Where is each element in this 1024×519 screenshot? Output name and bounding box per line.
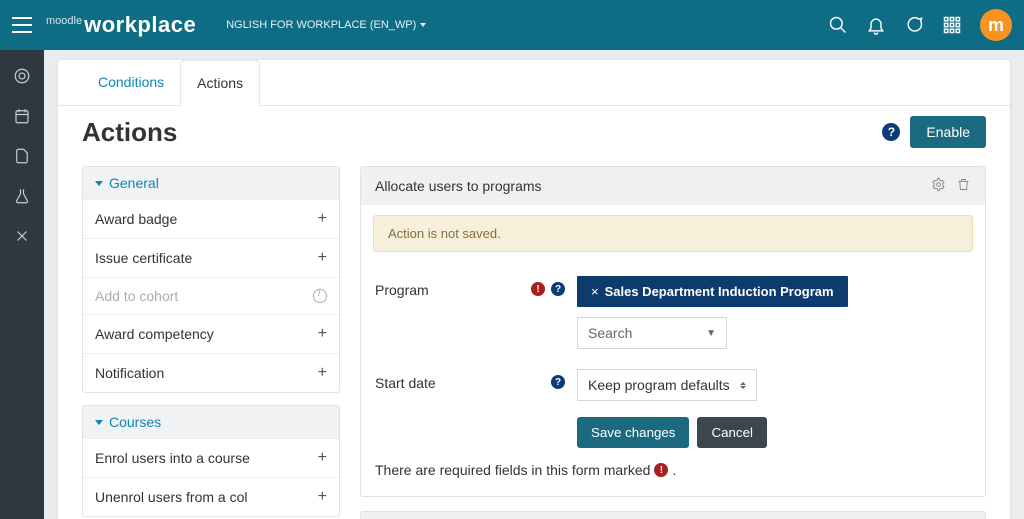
chevron-down-icon: [95, 181, 103, 186]
topbar: moodle workplace NGLISH FOR WORKPLACE (E…: [0, 0, 1024, 50]
plus-icon: +: [318, 488, 327, 506]
required-note: There are required fields in this form m…: [375, 448, 971, 482]
nav-lab-icon[interactable]: [0, 176, 44, 216]
startdate-label: Start date: [375, 369, 525, 391]
allocate-card-title: Allocate users to programs: [375, 178, 921, 194]
row-startdate: Start date ? Keep program defaults: [375, 359, 971, 411]
apps-icon[interactable]: [942, 15, 962, 35]
help-icon[interactable]: ?: [882, 123, 900, 141]
help-icon[interactable]: ?: [551, 375, 565, 389]
brand-top: moodle: [46, 15, 82, 27]
trash-icon[interactable]: [956, 177, 971, 195]
panel-head-courses[interactable]: Courses: [83, 406, 339, 438]
leftbar: [0, 50, 44, 519]
allocate-card: Allocate users to programs Action is not…: [360, 166, 986, 497]
gear-icon[interactable]: [931, 177, 946, 195]
action-unenrol-users[interactable]: Unenrol users from a col+: [83, 477, 339, 516]
help-icon[interactable]: ?: [551, 282, 565, 296]
plus-icon: +: [318, 449, 327, 467]
panel-head-general[interactable]: General: [83, 167, 339, 199]
tabs: Conditions Actions: [58, 60, 1010, 106]
required-icon: !: [654, 463, 668, 477]
program-search-select[interactable]: Search▼: [577, 317, 727, 349]
search-icon[interactable]: [828, 15, 848, 35]
plus-icon: +: [318, 249, 327, 267]
plus-icon: +: [318, 325, 327, 343]
chat-icon[interactable]: [904, 15, 924, 35]
action-award-competency[interactable]: Award competency+: [83, 314, 339, 353]
nav-tools-icon[interactable]: [0, 216, 44, 256]
action-issue-certificate[interactable]: Issue certificate+: [83, 238, 339, 277]
program-chip[interactable]: ×Sales Department Induction Program: [577, 276, 848, 307]
action-award-badge[interactable]: Award badge+: [83, 199, 339, 238]
page-header: Actions ? Enable: [82, 116, 986, 148]
required-icon: !: [531, 282, 545, 296]
allocate-card-head: Allocate users to programs: [361, 167, 985, 205]
select-arrows-icon: [740, 382, 746, 389]
panel-general: General Award badge+ Issue certificate+ …: [82, 166, 340, 393]
startdate-select[interactable]: Keep program defaults: [577, 369, 757, 401]
dropdown-arrow-icon: ▼: [706, 328, 716, 339]
action-add-to-cohort: Add to cohort: [83, 277, 339, 314]
cancel-button[interactable]: Cancel: [697, 417, 767, 448]
action-notification[interactable]: Notification+: [83, 353, 339, 392]
main-card: Conditions Actions Actions ? Enable Gene…: [58, 60, 1010, 519]
enable-button[interactable]: Enable: [910, 116, 986, 148]
nav-files-icon[interactable]: [0, 136, 44, 176]
brand-main: workplace: [84, 12, 196, 38]
tab-actions[interactable]: Actions: [180, 60, 260, 106]
nav-dashboard-icon[interactable]: [0, 56, 44, 96]
language-selector[interactable]: NGLISH FOR WORKPLACE (EN_WP): [226, 19, 426, 31]
info-icon: [313, 289, 327, 303]
notification-card: Notification Send notification 'Welcome …: [360, 511, 986, 519]
plus-icon: +: [318, 210, 327, 228]
menu-toggle-icon[interactable]: [12, 17, 32, 33]
panel-courses: Courses Enrol users into a course+ Unenr…: [82, 405, 340, 517]
bell-icon[interactable]: [866, 15, 886, 35]
remove-icon[interactable]: ×: [591, 284, 599, 299]
chevron-down-icon: [420, 23, 426, 27]
warning-banner: Action is not saved.: [373, 215, 973, 252]
program-label: Program: [375, 276, 525, 298]
page-title: Actions: [82, 117, 882, 148]
nav-calendar-icon[interactable]: [0, 96, 44, 136]
row-program: Program ! ? ×Sales Department Induction …: [375, 266, 971, 359]
notification-card-head: Notification: [361, 512, 985, 519]
save-button[interactable]: Save changes: [577, 417, 689, 448]
topbar-icons: m: [828, 9, 1012, 41]
language-label: NGLISH FOR WORKPLACE (EN_WP): [226, 19, 416, 31]
actions-sidebar: General Award badge+ Issue certificate+ …: [82, 166, 340, 519]
chevron-down-icon: [95, 420, 103, 425]
action-enrol-users[interactable]: Enrol users into a course+: [83, 438, 339, 477]
plus-icon: +: [318, 364, 327, 382]
avatar[interactable]: m: [980, 9, 1012, 41]
form-area: Allocate users to programs Action is not…: [360, 166, 986, 519]
brand[interactable]: moodle workplace: [46, 12, 196, 38]
tab-conditions[interactable]: Conditions: [82, 60, 180, 105]
